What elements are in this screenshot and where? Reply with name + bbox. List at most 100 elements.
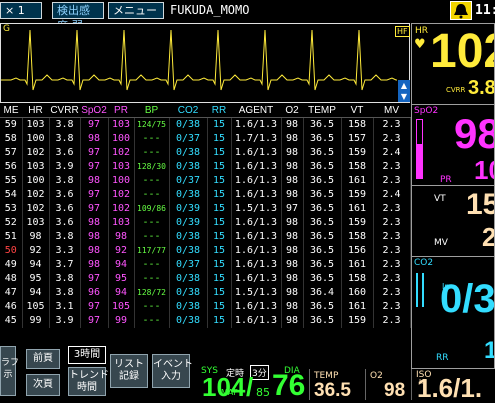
table-cell: 2.3 bbox=[373, 272, 411, 286]
table-cell: 102 bbox=[22, 188, 50, 202]
table-row[interactable]: 59 103 3.8 97 103 124/75 0/38 15 1.6/1.3 98 36.5 15… bbox=[0, 117, 411, 132]
table-cell: 109/86 bbox=[134, 202, 170, 216]
table-cell: 15 bbox=[207, 202, 232, 216]
table-header: ME HR CVRR SpO2 PR BP CO2 RR AGENT O2 TEMP VT MV bbox=[0, 104, 410, 118]
table-cell: 45 bbox=[0, 314, 23, 328]
table-cell: 98 bbox=[281, 244, 304, 258]
table-cell: 1.6/1.3 bbox=[231, 300, 282, 314]
table-cell: 98 bbox=[281, 314, 304, 328]
temp-value: 36.5 bbox=[314, 380, 351, 401]
table-cell: 0/38 bbox=[169, 272, 208, 286]
table-cell: 98 bbox=[281, 286, 304, 300]
table-cell: 46 bbox=[0, 300, 23, 314]
table-cell: 57 bbox=[0, 146, 23, 160]
table-cell: 103 bbox=[108, 117, 135, 132]
table-cell: 2.4 bbox=[373, 146, 411, 160]
list-record-button[interactable]: リスト 記録 bbox=[110, 354, 148, 388]
ecg-trace bbox=[1, 29, 397, 91]
graph-display-button[interactable]: ラフ 示 bbox=[0, 346, 19, 396]
table-cell: 3.6 bbox=[49, 188, 81, 202]
table-cell: 36.5 bbox=[303, 188, 342, 202]
prev-page-button[interactable]: 前頁 bbox=[26, 349, 60, 369]
table-row[interactable]: 49 94 3.7 98 94 --- 0/37 15 1.6/1.3 98 36.5 161 2.3 bbox=[0, 258, 411, 272]
table-cell: 98 bbox=[281, 258, 304, 272]
vent-panel: VT 15 MV 2 bbox=[411, 185, 495, 257]
table-row[interactable]: 56 103 3.9 97 103 128/30 0/38 15 1.6/1.3 98 36.5 15… bbox=[0, 160, 411, 174]
spo2-label: SpO2 bbox=[414, 106, 439, 116]
bed-selector[interactable]: × 1 bbox=[0, 2, 42, 19]
table-cell: 95 bbox=[22, 272, 50, 286]
table-cell: 105 bbox=[108, 300, 135, 314]
table-cell: 3.6 bbox=[49, 216, 81, 230]
o2-label: O2 bbox=[370, 371, 383, 381]
table-row[interactable]: 45 99 3.9 97 99 --- 0/38 15 1.6/1.3 98 36.5 159 2.3 bbox=[0, 314, 411, 328]
column-header: MV bbox=[373, 104, 410, 118]
table-cell: 98 bbox=[281, 272, 304, 286]
spo2-value: 98 bbox=[454, 110, 494, 157]
table-cell: 1.6/1.3 bbox=[231, 160, 282, 174]
next-page-button[interactable]: 次頁 bbox=[26, 374, 60, 396]
cvrr-label: CVRR bbox=[446, 86, 466, 94]
table-cell: 98 bbox=[281, 132, 304, 146]
table-row[interactable]: 50 92 3.3 98 92 117/77 0/38 15 1.6/1.3 98 36.5 156 2… bbox=[0, 244, 411, 258]
table-cell: 2.3 bbox=[373, 132, 411, 146]
table-cell: 158 bbox=[341, 117, 374, 132]
event-input-button[interactable]: イベント 入力 bbox=[152, 354, 193, 388]
table-row[interactable]: 47 94 3.8 96 94 128/72 0/38 15 1.5/1.3 98 36.4 160 2… bbox=[0, 286, 411, 300]
column-header: SpO2 bbox=[80, 104, 108, 118]
table-cell: 98 bbox=[281, 174, 304, 188]
table-cell: --- bbox=[134, 146, 170, 160]
scroll-down-button[interactable]: ▼ bbox=[398, 91, 410, 102]
table-cell: 1.6/1.3 bbox=[231, 244, 282, 258]
table-cell: 51 bbox=[0, 230, 23, 244]
rr-value: 1 bbox=[484, 339, 494, 363]
map-label: MAP bbox=[221, 388, 239, 397]
table-cell: 15 bbox=[207, 258, 232, 272]
table-cell: 96 bbox=[80, 286, 109, 300]
table-cell: 0/38 bbox=[169, 146, 208, 160]
table-cell: --- bbox=[134, 132, 170, 146]
trend-table: ME HR CVRR SpO2 PR BP CO2 RR AGENT O2 TEMP VT MV 59 1… bbox=[0, 104, 411, 369]
table-row[interactable]: 57 102 3.6 97 102 --- 0/38 15 1.6/1.3 98 36.5 159 2.… bbox=[0, 146, 411, 160]
table-cell: 0/38 bbox=[169, 188, 208, 202]
table-row[interactable]: 48 95 3.8 97 95 --- 0/38 15 1.6/1.3 98 36.5 158 2.3 bbox=[0, 272, 411, 286]
table-row[interactable]: 54 102 3.6 97 102 --- 0/38 15 1.6/1.3 98 36.5 159 2.… bbox=[0, 188, 411, 202]
table-cell: 94 bbox=[22, 258, 50, 272]
table-cell: 0/38 bbox=[169, 160, 208, 174]
co2-label: CO2 bbox=[414, 258, 434, 268]
table-row[interactable]: 53 102 3.6 97 102 109/86 0/39 15 1.5/1.3 97 36.5 16… bbox=[0, 202, 411, 216]
table-cell: 97 bbox=[281, 202, 304, 216]
table-cell: 49 bbox=[0, 258, 23, 272]
trend-time-button[interactable]: トレンド 時間 bbox=[68, 367, 109, 396]
table-row[interactable]: 46 105 3.1 97 105 --- 0/38 15 1.6/1.3 98 36.5 161 2.… bbox=[0, 300, 411, 314]
table-cell: 92 bbox=[108, 244, 135, 258]
table-cell: 158 bbox=[341, 272, 374, 286]
nibp-dia-value: 76 bbox=[272, 369, 306, 402]
sensitivity-button[interactable]: 検出感度:弱 bbox=[52, 2, 104, 32]
table-cell: 1.6/1.3 bbox=[231, 188, 282, 202]
table-cell: 55 bbox=[0, 174, 23, 188]
table-cell: 159 bbox=[341, 146, 374, 160]
table-cell: 1.6/1.3 bbox=[231, 314, 282, 328]
interval-selector[interactable]: 3時間 bbox=[68, 346, 106, 364]
table-cell: 3.6 bbox=[49, 146, 81, 160]
table-cell: 15 bbox=[207, 160, 232, 174]
table-cell: 98 bbox=[80, 244, 109, 258]
table-row[interactable]: 52 103 3.6 98 103 --- 0/39 15 1.6/1.3 98 36.5 159 2.… bbox=[0, 216, 411, 230]
table-cell: 97 bbox=[80, 146, 109, 160]
table-cell: 158 bbox=[341, 160, 374, 174]
scroll-up-button[interactable]: ▲ bbox=[398, 80, 410, 91]
table-cell: 98 bbox=[281, 216, 304, 230]
table-row[interactable]: 55 100 3.8 98 100 --- 0/37 15 1.6/1.3 98 36.5 161 2.… bbox=[0, 174, 411, 188]
table-cell: 36.5 bbox=[303, 272, 342, 286]
alarm-bell-button[interactable] bbox=[450, 1, 472, 20]
table-cell: 2.3 bbox=[373, 230, 411, 244]
table-cell: 2.3 bbox=[373, 244, 411, 258]
table-cell: 48 bbox=[0, 272, 23, 286]
table-row[interactable]: 58 100 3.8 98 100 --- 0/37 15 1.7/1.3 98 36.5 157 2.… bbox=[0, 132, 411, 146]
menu-button[interactable]: メニュー bbox=[108, 2, 164, 19]
table-cell: 128/72 bbox=[134, 286, 170, 300]
chevron-up-icon: ▲ bbox=[400, 81, 408, 90]
table-row[interactable]: 51 98 3.8 98 98 --- 0/38 15 1.6/1.3 98 36.5 158 2.3 bbox=[0, 230, 411, 244]
table-cell: 98 bbox=[108, 230, 135, 244]
